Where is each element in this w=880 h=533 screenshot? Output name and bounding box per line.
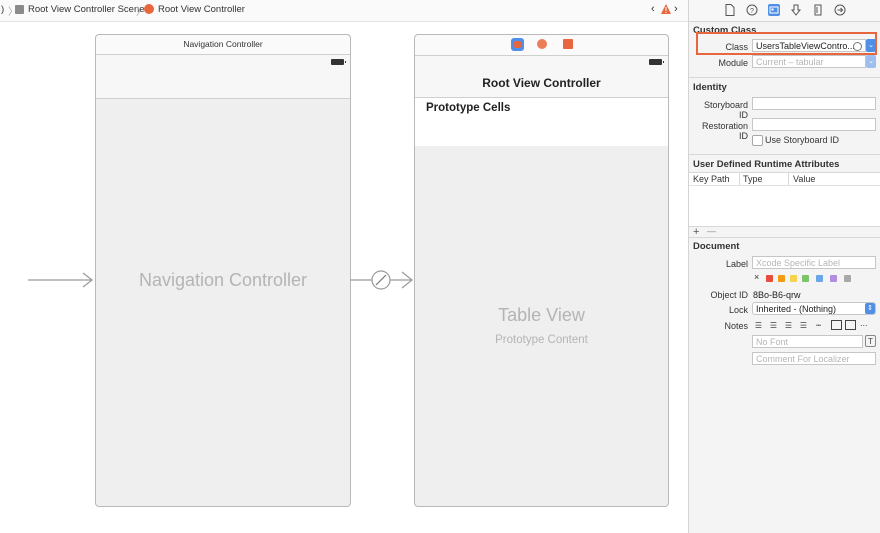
document-header: Document <box>693 241 740 252</box>
storyboard-id-label: Storyboard ID <box>703 100 748 120</box>
lock-popup-arrow-icon[interactable]: ⇕ <box>865 303 875 314</box>
label-gray-swatch[interactable] <box>844 275 851 282</box>
label-purple-swatch[interactable] <box>830 275 837 282</box>
view-controller-dock-icon[interactable] <box>511 38 524 51</box>
prototype-cells-label: Prototype Cells <box>426 102 511 114</box>
class-field[interactable]: UsersTableViewContro... <box>752 39 866 52</box>
forward-arrow-icon[interactable]: › <box>674 3 678 15</box>
class-label: Class <box>725 42 748 52</box>
restoration-id-field[interactable] <box>752 118 876 131</box>
label-blue-swatch[interactable] <box>816 275 823 282</box>
text-box-icon[interactable] <box>845 320 856 330</box>
module-popup-button[interactable]: ⌄ <box>866 55 876 68</box>
back-arrow-icon[interactable]: ‹ <box>651 3 655 15</box>
segue-arrow[interactable] <box>350 269 414 291</box>
class-popup-button[interactable]: ⌄ <box>866 39 876 52</box>
udra-column-key-path[interactable]: Key Path <box>693 174 730 184</box>
storyboard-scene-icon <box>15 5 24 14</box>
module-field[interactable]: Current – tabular <box>752 55 866 68</box>
label-orange-swatch[interactable] <box>778 275 785 282</box>
restoration-id-label: Restoration ID <box>701 121 748 141</box>
navigation-bar <box>96 55 350 99</box>
identity-inspector: ? Custom Class Class UsersTableViewContr… <box>688 0 880 533</box>
jump-bar: ) 〉 Root View Controller Scene 〉 Root Vi… <box>0 0 688 22</box>
connections-tab-icon[interactable] <box>834 4 846 16</box>
align-natural-icon[interactable]: ┅ <box>813 322 824 330</box>
lock-label: Lock <box>728 305 748 315</box>
first-responder-icon[interactable] <box>537 39 547 49</box>
document-label-label: Label <box>725 259 748 269</box>
udra-table[interactable]: Key Path Type Value <box>689 172 880 227</box>
svg-text:?: ? <box>750 8 754 15</box>
class-value: UsersTableViewContro... <box>756 41 855 51</box>
font-field[interactable]: No Font <box>752 335 863 348</box>
battery-icon <box>649 59 664 65</box>
udra-column-value[interactable]: Value <box>793 174 815 184</box>
divider <box>689 154 880 155</box>
storyboard-id-field[interactable] <box>752 97 876 110</box>
identity-header: Identity <box>693 82 727 93</box>
warning-icon[interactable] <box>661 4 671 17</box>
inspector-tabs: ? <box>689 0 880 22</box>
lock-value: Inherited - (Nothing) <box>756 304 837 314</box>
module-placeholder: Current – tabular <box>756 57 824 67</box>
notes-label: Notes <box>724 321 748 331</box>
label-red-swatch[interactable] <box>766 275 773 282</box>
udra-column-type[interactable]: Type <box>743 174 763 184</box>
scene-dock <box>415 35 668 56</box>
divider <box>689 77 880 78</box>
jump-bar-controller[interactable]: Root View Controller <box>158 4 245 15</box>
size-tab-icon[interactable] <box>812 4 824 16</box>
label-yellow-swatch[interactable] <box>790 275 797 282</box>
font-picker-icon[interactable]: T <box>865 335 876 347</box>
remove-attribute-button[interactable]: — <box>707 226 716 236</box>
align-justify-icon[interactable]: ☰ <box>798 322 809 330</box>
scene-title: Navigation Controller <box>183 39 263 49</box>
align-left-icon[interactable]: ☰ <box>753 322 764 330</box>
prototype-content-label: Prototype Content <box>495 334 588 346</box>
localizer-placeholder: Comment For Localizer <box>756 354 850 364</box>
class-arrow-icon[interactable] <box>853 42 862 51</box>
identity-tab-icon[interactable] <box>768 4 780 16</box>
jump-bar-scene[interactable]: Root View Controller Scene <box>28 4 145 15</box>
more-options-button[interactable]: ... <box>860 318 868 328</box>
root-view-controller-scene[interactable]: Root View Controller Prototype Cells Tab… <box>414 34 669 507</box>
text-frame-icon[interactable] <box>831 320 842 330</box>
use-storyboard-id-label: Use Storyboard ID <box>765 135 840 145</box>
scene-title-bar: Navigation Controller <box>96 35 350 55</box>
prototype-cells-section[interactable]: Prototype Cells <box>415 98 668 146</box>
navigation-controller-scene[interactable]: Navigation Controller Navigation Control… <box>95 34 351 507</box>
navigation-title: Root View Controller <box>482 76 601 90</box>
table-view-label: Table View <box>498 305 585 325</box>
battery-icon <box>331 59 346 65</box>
exit-icon[interactable] <box>563 39 573 49</box>
align-center-icon[interactable]: ☰ <box>768 322 779 330</box>
udra-header: User Defined Runtime Attributes <box>693 159 840 170</box>
navigation-bar: Root View Controller <box>415 56 668 98</box>
align-right-icon[interactable]: ☰ <box>783 322 794 330</box>
module-label: Module <box>718 58 748 68</box>
object-id-value: 8Bo-B6-qrw <box>753 290 801 300</box>
object-id-label: Object ID <box>710 290 748 300</box>
divider <box>689 237 880 238</box>
use-storyboard-id-checkbox[interactable] <box>752 135 763 146</box>
storyboard-canvas[interactable]: Navigation Controller Navigation Control… <box>0 22 688 533</box>
document-label-field[interactable]: Xcode Specific Label <box>752 256 876 269</box>
initial-entry-arrow <box>28 272 93 288</box>
jump-bar-lead: ) <box>1 4 5 15</box>
document-label-placeholder: Xcode Specific Label <box>756 258 841 268</box>
file-icon[interactable] <box>724 4 736 16</box>
localizer-comment-field[interactable]: Comment For Localizer <box>752 352 876 365</box>
font-placeholder: No Font <box>756 337 789 347</box>
help-icon[interactable]: ? <box>746 4 758 16</box>
label-green-swatch[interactable] <box>802 275 809 282</box>
clear-label-icon[interactable]: × <box>754 272 759 282</box>
view-controller-icon <box>144 4 154 14</box>
attributes-tab-icon[interactable] <box>790 4 802 16</box>
lock-popup[interactable]: Inherited - (Nothing) ⇕ <box>752 302 876 315</box>
scene-placeholder-label: Navigation Controller <box>138 270 308 290</box>
